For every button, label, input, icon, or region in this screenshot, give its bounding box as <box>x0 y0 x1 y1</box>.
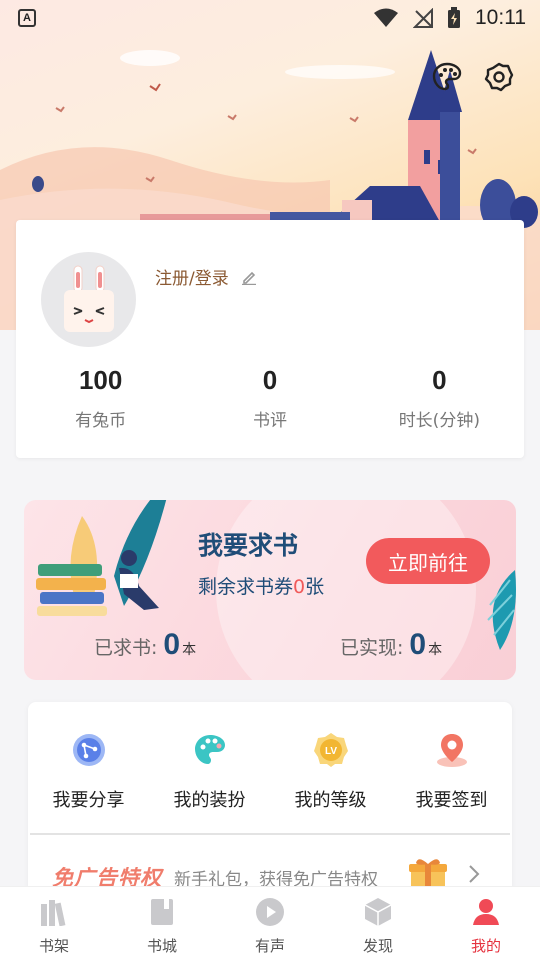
share-icon <box>69 730 109 770</box>
fulfilled-value: 0 <box>409 628 427 661</box>
function-label: 我要签到 <box>415 790 488 811</box>
palette-icon[interactable] <box>430 60 464 94</box>
nav-label: 我的 <box>470 937 501 955</box>
bookstore-icon <box>147 897 177 927</box>
settings-icon[interactable] <box>482 60 516 94</box>
nav-label: 有声 <box>254 937 285 955</box>
notification-icon: A <box>18 9 36 27</box>
nav-discover[interactable]: 发现 <box>324 887 432 960</box>
login-label: 注册/登录 <box>155 269 229 289</box>
ticket-suffix: 张 <box>305 576 325 598</box>
functions-row: 我要分享 我的装扮 LV 我的等级 我要签到 <box>28 730 512 812</box>
rabbit-avatar-icon <box>63 265 114 332</box>
discover-icon <box>363 897 393 927</box>
bookshelf-icon <box>39 897 69 927</box>
fulfilled-label: 已实现: <box>340 637 404 659</box>
nav-label: 书城 <box>146 937 177 955</box>
fulfilled-count: 已实现: 0 本 <box>340 628 442 662</box>
request-book-title: 我要求书 <box>198 531 299 560</box>
nav-label: 书架 <box>38 937 69 955</box>
ticket-prefix: 剩余求书券 <box>198 576 294 598</box>
reading-illustration <box>36 500 167 616</box>
stat-reviews[interactable]: 0 书评 <box>185 365 354 431</box>
audio-icon <box>255 897 285 927</box>
go-now-button[interactable]: 立即前往 <box>366 538 490 584</box>
checkin-icon <box>432 730 472 770</box>
nav-label: 发现 <box>362 937 393 955</box>
fulfilled-unit: 本 <box>428 642 443 658</box>
function-label: 我的装扮 <box>173 790 246 811</box>
function-checkin[interactable]: 我要签到 <box>391 730 512 812</box>
nav-profile[interactable]: 我的 <box>432 887 540 960</box>
level-icon: LV <box>311 730 351 770</box>
divider <box>30 833 510 835</box>
ticket-count: 0 <box>293 576 306 598</box>
requested-count: 已求书: 0 本 <box>94 628 196 662</box>
wifi-icon <box>374 8 398 27</box>
svg-text:LV: LV <box>324 746 336 757</box>
battery-icon <box>448 7 460 28</box>
status-time: 10:11 <box>475 6 526 29</box>
stat-label: 书评 <box>252 411 287 431</box>
request-ticket-count: 剩余求书券0张 <box>198 572 324 599</box>
function-label: 我要分享 <box>52 790 125 811</box>
nav-audio[interactable]: 有声 <box>216 887 324 960</box>
edit-icon <box>241 271 256 285</box>
function-level[interactable]: LV 我的等级 <box>270 730 391 812</box>
login-register-link[interactable]: 注册/登录 <box>155 264 257 289</box>
stat-label: 时长(分钟) <box>398 411 480 431</box>
status-bar: A 10:11 <box>0 0 540 36</box>
function-dressup[interactable]: 我的装扮 <box>149 730 270 812</box>
signal-off-icon <box>413 8 433 28</box>
stat-value: 0 <box>262 365 278 395</box>
function-share[interactable]: 我要分享 <box>28 730 149 812</box>
bottom-nav: 书架 书城 有声 发现 我的 <box>0 886 540 960</box>
header-actions <box>430 60 516 94</box>
request-book-banner[interactable]: 我要求书 剩余求书券0张 立即前往 已求书: 0 本 已实现: 0 本 <box>24 500 516 680</box>
functions-card: 我要分享 我的装扮 LV 我的等级 我要签到 免广告特权 新手礼包，获得免广告特… <box>28 702 512 902</box>
palette-icon <box>190 730 230 770</box>
stat-value: 100 <box>78 365 123 395</box>
stat-coins[interactable]: 100 有兔币 <box>16 365 185 431</box>
nav-bookstore[interactable]: 书城 <box>108 887 216 960</box>
nav-bookshelf[interactable]: 书架 <box>0 887 108 960</box>
stat-value: 0 <box>432 365 447 395</box>
function-label: 我的等级 <box>294 790 367 811</box>
profile-icon <box>471 897 501 927</box>
profile-stats: 100 有兔币 0 书评 0 时长(分钟) <box>16 365 524 431</box>
stat-label: 有兔币 <box>75 411 127 431</box>
requested-value: 0 <box>163 628 181 661</box>
profile-card: 注册/登录 100 有兔币 0 书评 0 时长(分钟) <box>16 220 524 458</box>
avatar[interactable] <box>41 252 136 347</box>
requested-label: 已求书: <box>94 637 158 659</box>
requested-unit: 本 <box>182 642 197 658</box>
stat-duration[interactable]: 0 时长(分钟) <box>355 365 524 431</box>
